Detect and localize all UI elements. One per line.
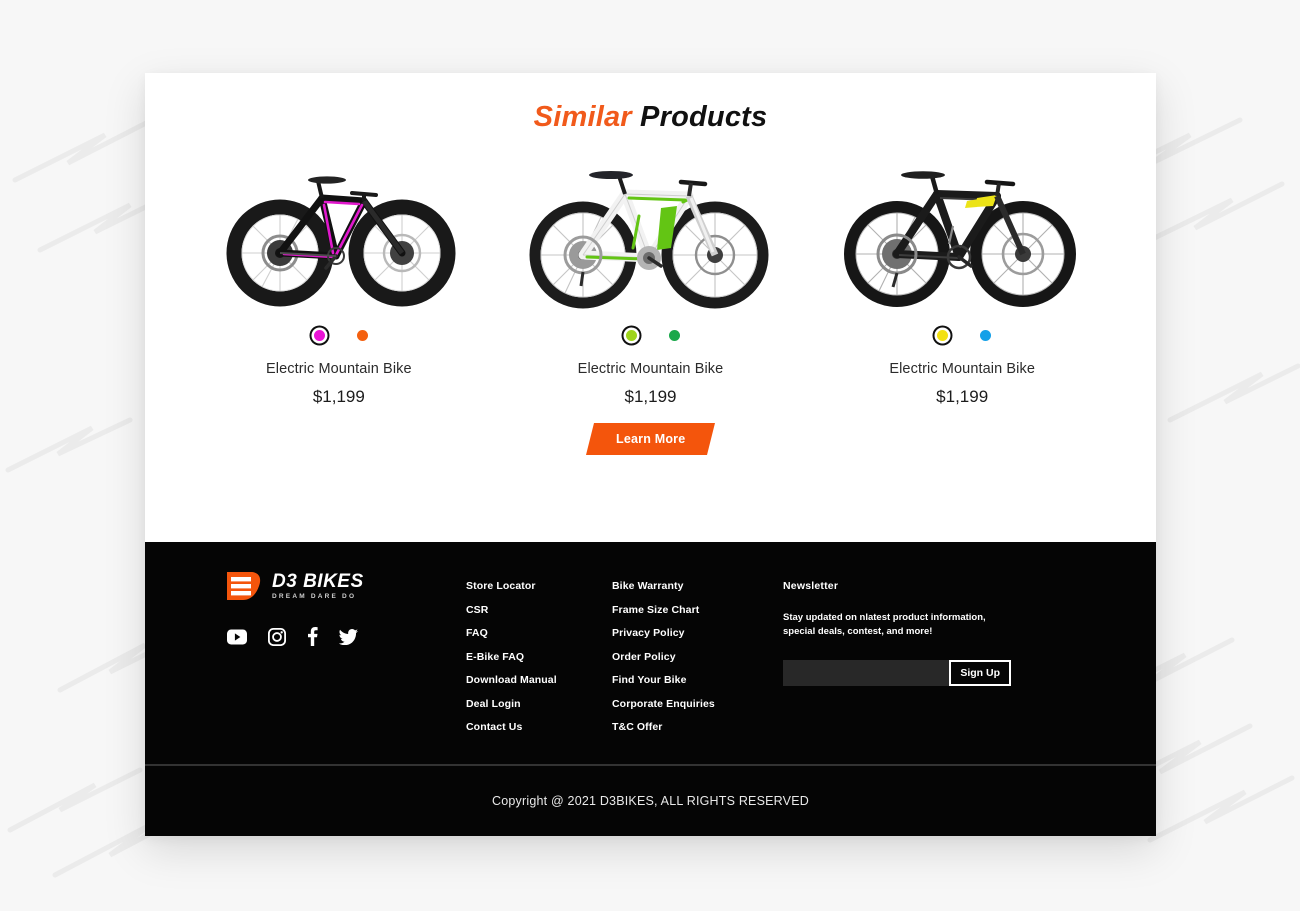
product-list: Electric Mountain Bike $1,199 Electric M… bbox=[145, 148, 1156, 407]
signup-button[interactable]: Sign Up bbox=[949, 659, 1011, 686]
bike-illustration-2 bbox=[529, 171, 768, 309]
product-price: $1,199 bbox=[624, 387, 677, 406]
footer-link[interactable]: Contact Us bbox=[466, 721, 612, 733]
footer-link[interactable]: Order Policy bbox=[612, 651, 769, 663]
youtube-icon[interactable] bbox=[227, 629, 247, 645]
footer-link[interactable]: Privacy Policy bbox=[612, 627, 769, 639]
bike-illustration-3 bbox=[844, 170, 1077, 307]
product-card[interactable]: Electric Mountain Bike $1,199 bbox=[495, 148, 807, 407]
color-swatch[interactable] bbox=[980, 329, 992, 341]
color-swatches bbox=[310, 322, 368, 348]
similar-products-section: Similar Products Electric Mountain Bike … bbox=[145, 73, 1156, 542]
product-card[interactable]: Electric Mountain Bike $1,199 bbox=[183, 148, 495, 407]
footer-link[interactable]: Bike Warranty bbox=[612, 580, 769, 592]
copyright-bar: Copyright @ 2021 D3BIKES, ALL RIGHTS RES… bbox=[145, 766, 1156, 836]
footer-columns: D3 BIKES DREAM DARE DO Store Locator CSR… bbox=[221, 570, 1080, 733]
footer-links-column-1: Store Locator CSR FAQ E-Bike FAQ Downloa… bbox=[466, 570, 612, 733]
learn-more-label: Learn More bbox=[615, 432, 686, 446]
footer-brand: D3 BIKES DREAM DARE DO bbox=[221, 570, 466, 733]
footer-links-column-2: Bike Warranty Frame Size Chart Privacy P… bbox=[612, 570, 769, 733]
product-name: Electric Mountain Bike bbox=[266, 361, 412, 377]
color-swatch[interactable] bbox=[668, 329, 680, 341]
d3-logo-icon bbox=[227, 572, 261, 600]
color-swatch[interactable] bbox=[625, 329, 637, 341]
product-name: Electric Mountain Bike bbox=[889, 361, 1035, 377]
footer-link[interactable]: E-Bike FAQ bbox=[466, 651, 612, 663]
instagram-icon[interactable] bbox=[268, 627, 286, 646]
page-title-rest: Products bbox=[640, 101, 768, 133]
product-image bbox=[806, 148, 1118, 318]
social-links bbox=[221, 627, 466, 646]
product-price: $1,199 bbox=[312, 387, 365, 406]
product-image bbox=[495, 148, 807, 318]
copyright-text: Copyright @ 2021 D3BIKES, ALL RIGHTS RES… bbox=[492, 794, 809, 808]
footer-link[interactable]: Find Your Bike bbox=[612, 674, 769, 686]
product-image bbox=[183, 148, 495, 318]
page-title: Similar Products bbox=[145, 101, 1156, 134]
color-swatch[interactable] bbox=[313, 329, 325, 341]
newsletter-description: Stay updated on nlatest product informat… bbox=[783, 612, 986, 637]
color-swatches bbox=[622, 322, 680, 348]
product-name: Electric Mountain Bike bbox=[577, 361, 724, 377]
learn-more-container: Learn More bbox=[145, 423, 1156, 455]
bike-illustration-1 bbox=[226, 176, 456, 307]
product-price: $1,199 bbox=[936, 387, 989, 406]
facebook-icon[interactable] bbox=[307, 627, 318, 646]
learn-more-button[interactable]: Learn More bbox=[585, 423, 716, 455]
footer-link[interactable]: Corporate Enquiries bbox=[612, 698, 769, 710]
footer-link[interactable]: Download Manual bbox=[466, 674, 612, 686]
newsletter-form: Sign Up bbox=[783, 659, 1011, 686]
brand-title: D3 BIKES bbox=[272, 570, 364, 592]
brand-logo[interactable]: D3 BIKES DREAM DARE DO bbox=[221, 570, 466, 602]
brand-tagline: DREAM DARE DO bbox=[272, 592, 357, 600]
color-swatch[interactable] bbox=[356, 329, 368, 341]
color-swatch[interactable] bbox=[937, 329, 949, 341]
color-swatches bbox=[933, 322, 992, 348]
footer-link[interactable]: Deal Login bbox=[466, 698, 612, 710]
footer-link[interactable]: Frame Size Chart bbox=[612, 604, 769, 616]
newsletter-title: Newsletter bbox=[783, 580, 839, 592]
brand-text: D3 BIKES DREAM DARE DO bbox=[272, 572, 364, 601]
newsletter-email-input[interactable] bbox=[783, 659, 950, 686]
footer-link[interactable]: FAQ bbox=[466, 627, 612, 639]
page-panel: Similar Products Electric Mountain Bike … bbox=[145, 73, 1156, 836]
page-title-accent: Similar bbox=[533, 101, 632, 133]
twitter-icon[interactable] bbox=[339, 628, 358, 645]
footer-link[interactable]: Store Locator bbox=[466, 580, 612, 592]
footer-link[interactable]: CSR bbox=[466, 604, 612, 616]
footer-link[interactable]: T&C Offer bbox=[612, 721, 769, 733]
product-card[interactable]: Electric Mountain Bike $1,199 bbox=[806, 148, 1118, 407]
site-footer: D3 BIKES DREAM DARE DO Store Locator CSR… bbox=[145, 542, 1156, 764]
newsletter-section: Newsletter Stay updated on nlatest produ… bbox=[769, 570, 1080, 733]
